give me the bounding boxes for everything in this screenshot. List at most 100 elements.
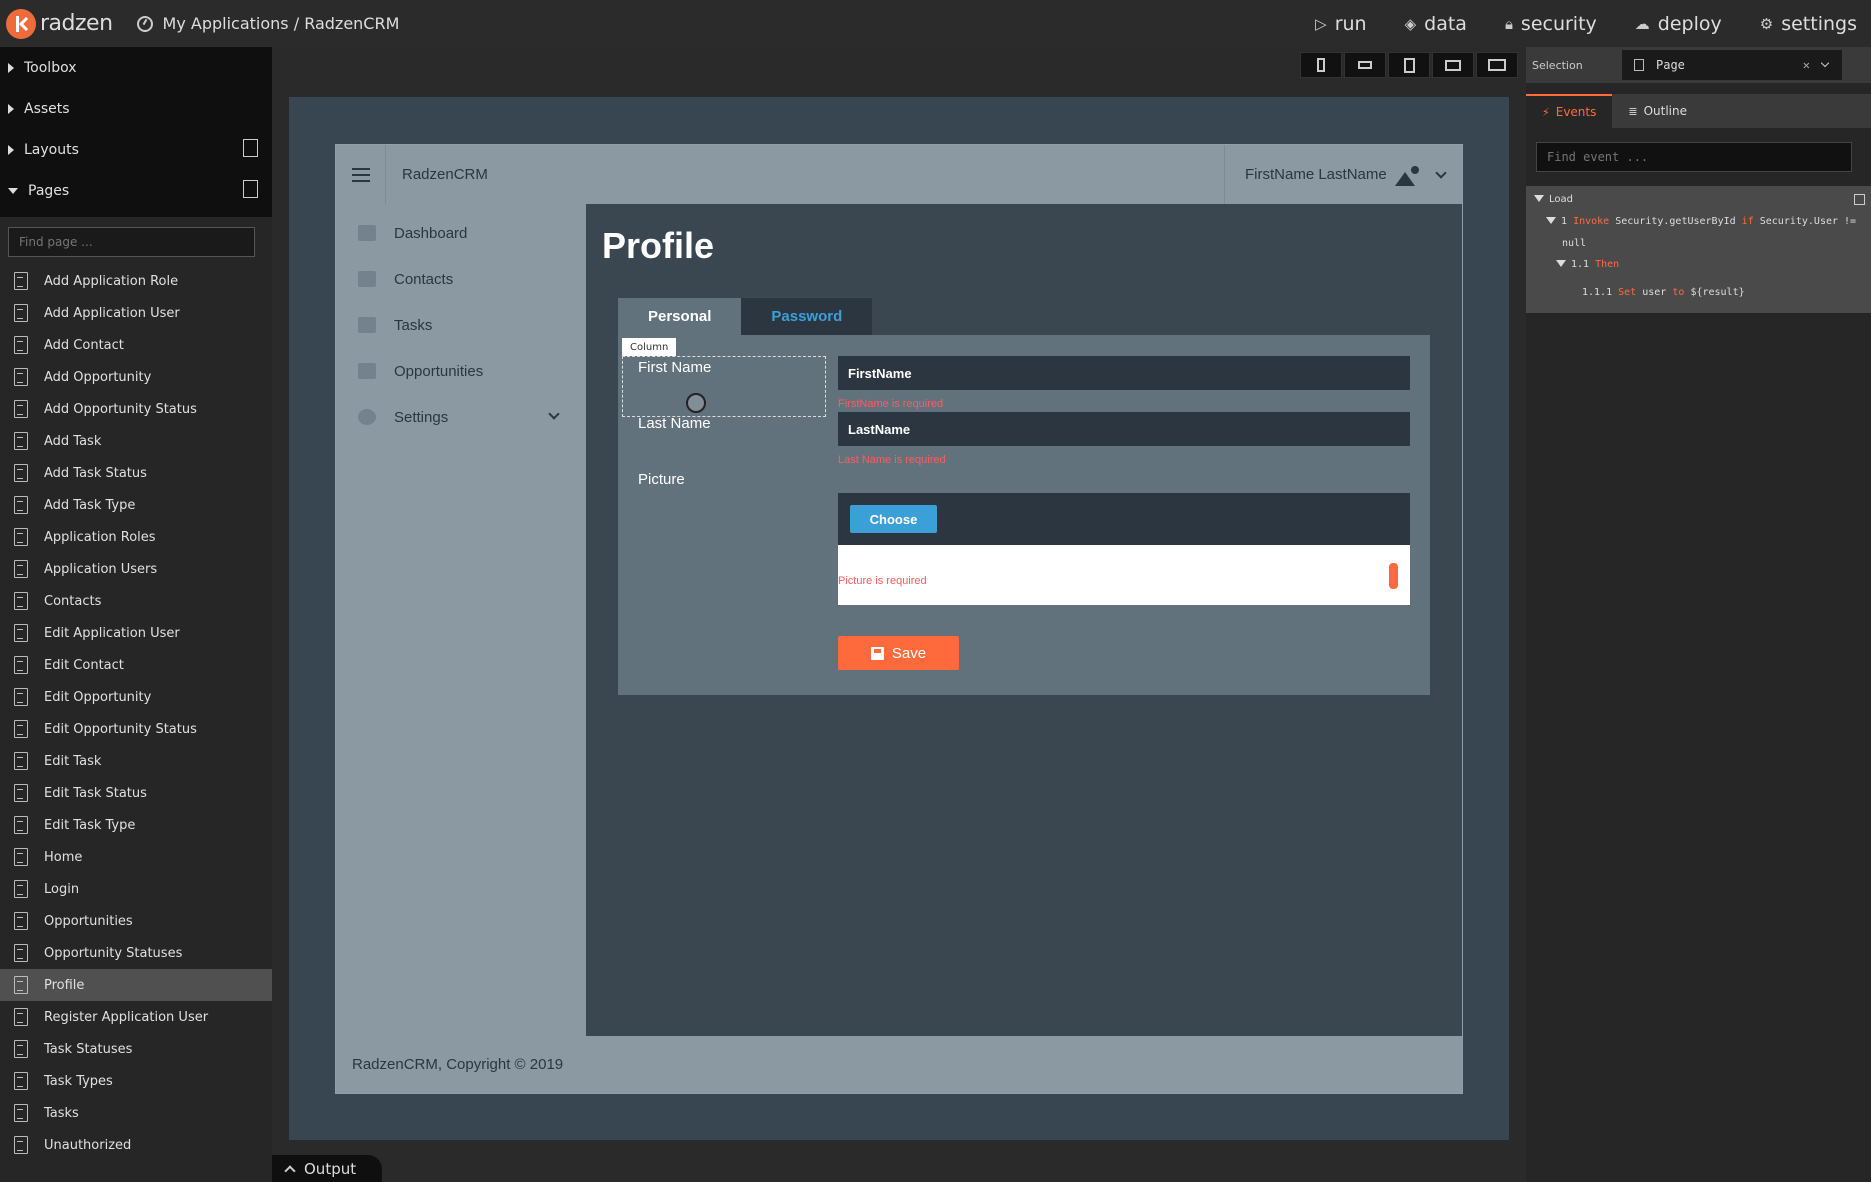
page-list-item[interactable]: Unauthorized (0, 1129, 272, 1161)
breadcrumb-text: My Applications / RadzenCRM (162, 14, 400, 33)
add-layout-icon[interactable] (243, 139, 258, 157)
page-list-item[interactable]: Edit Task (0, 745, 272, 777)
page-list-item[interactable]: Login (0, 873, 272, 905)
page-list-item[interactable]: Edit Task Type (0, 809, 272, 841)
page-file-icon (14, 272, 28, 290)
page-list-item[interactable]: Opportunities (0, 905, 272, 937)
data-label: data (1424, 12, 1467, 35)
sidebar-item-settings[interactable]: Settings (336, 394, 586, 440)
page-list-item-label: Task Types (44, 1073, 113, 1089)
page-list-item[interactable]: Opportunity Statuses (0, 937, 272, 969)
device-phone-landscape-button[interactable] (1344, 52, 1386, 78)
page-file-icon (14, 1072, 28, 1090)
page-list-item[interactable]: Add Task (0, 425, 272, 457)
event-step-1[interactable]: 1 Invoke Security.getUserById if Securit… (1546, 216, 1856, 227)
page-list-item[interactable]: Add Opportunity (0, 361, 272, 393)
page-list-item[interactable]: Edit Contact (0, 649, 272, 681)
page-list-item[interactable]: Profile (0, 969, 272, 1001)
sidebar-item-dashboard[interactable]: Dashboard (336, 210, 586, 256)
page-list-item[interactable]: Edit Application User (0, 617, 272, 649)
event-step-1-1[interactable]: 1.1 Then (1556, 259, 1619, 270)
dashboard-gauge-icon (136, 15, 153, 32)
run-button[interactable]: ▷ run (1315, 13, 1366, 35)
save-button[interactable]: Save (838, 636, 959, 670)
page-list-item-label: Edit Task Type (44, 817, 136, 833)
selection-dropdown[interactable]: Page ✕ (1622, 50, 1842, 80)
device-tablet-portrait-button[interactable] (1388, 52, 1430, 78)
page-list-item[interactable]: Application Users (0, 553, 272, 585)
breadcrumb[interactable]: My Applications / RadzenCRM (136, 14, 400, 33)
tab-outline[interactable]: ≣ Outline (1612, 94, 1703, 128)
page-list-item[interactable]: Add Contact (0, 329, 272, 361)
first-name-error: FirstName is required (838, 398, 944, 410)
first-name-field[interactable]: FirstName (838, 356, 1410, 390)
play-icon: ▷ (1315, 14, 1327, 33)
hamburger-menu-icon[interactable] (336, 145, 386, 204)
find-event (1526, 128, 1871, 182)
page-list-item[interactable]: Add Task Status (0, 457, 272, 489)
settings-button[interactable]: ⚙ settings (1760, 13, 1857, 35)
deploy-button[interactable]: ☁ deploy (1635, 13, 1722, 35)
output-tab[interactable]: Output (272, 1155, 382, 1182)
contacts-icon (358, 271, 376, 287)
edit-event-icon[interactable] (1854, 194, 1865, 205)
device-laptop-button[interactable] (1432, 52, 1474, 78)
section-pages[interactable]: Pages (0, 170, 272, 211)
page-list-item[interactable]: Add Task Type (0, 489, 272, 521)
page-list-item[interactable]: Add Application Role (0, 265, 272, 297)
sidebar-item-opportunities[interactable]: Opportunities (336, 348, 586, 394)
tab-personal[interactable]: Personal (618, 298, 742, 335)
page-list-item[interactable]: Contacts (0, 585, 272, 617)
section-toolbox[interactable]: Toolbox (0, 47, 272, 88)
sidebar-item-tasks[interactable]: Tasks (336, 302, 586, 348)
page-list-item-label: Profile (44, 977, 85, 993)
page-file-icon (14, 368, 28, 386)
profile-menu[interactable]: FirstName LastName (1224, 145, 1462, 204)
device-desktop-button[interactable] (1476, 52, 1518, 78)
app-header: RadzenCRM FirstName LastName (336, 145, 1462, 204)
add-page-icon[interactable] (243, 180, 258, 198)
event-load[interactable]: Load (1534, 194, 1573, 205)
data-button[interactable]: ◈ data (1405, 13, 1467, 35)
expanded-triangle-icon (1546, 217, 1556, 224)
security-button[interactable]: 🔒︎ security (1505, 13, 1597, 35)
page-list-item[interactable]: Register Application User (0, 1001, 272, 1033)
sidebar-item-contacts[interactable]: Contacts (336, 256, 586, 302)
clear-icon[interactable]: ✕ (1803, 58, 1810, 72)
page-list-item-label: Add Application Role (44, 273, 179, 289)
page-list-item-label: Add Opportunity Status (44, 401, 197, 417)
page-list-item[interactable]: Edit Opportunity (0, 681, 272, 713)
picture-upload-header: Choose (838, 493, 1410, 545)
step-variable: user (1642, 287, 1667, 298)
avatar-icon (1393, 164, 1419, 186)
section-assets[interactable]: Assets (0, 88, 272, 129)
briefcase-icon (358, 317, 376, 333)
profile-tabs: Personal Password (618, 298, 873, 335)
page-file-icon (14, 1136, 28, 1154)
page-list-item[interactable]: Edit Task Status (0, 777, 272, 809)
page-list-item-label: Add Application User (44, 305, 180, 321)
page-list-item[interactable]: Add Application User (0, 297, 272, 329)
page-file-icon (14, 848, 28, 866)
page-list-item[interactable]: Task Statuses (0, 1033, 272, 1065)
radzen-logo[interactable]: radzen (6, 8, 113, 39)
page-list-item[interactable]: Application Roles (0, 521, 272, 553)
last-name-field[interactable]: LastName (838, 412, 1410, 446)
find-event-input[interactable] (1536, 142, 1852, 172)
tab-events[interactable]: ⚡︎ Events (1526, 94, 1613, 128)
page-file-icon (14, 432, 28, 450)
event-step-1-1-1[interactable]: 1.1.1 Set user to ${result} (1582, 287, 1745, 298)
page-list-item[interactable]: Home (0, 841, 272, 873)
choose-button[interactable]: Choose (850, 505, 937, 533)
page-list-item[interactable]: Task Types (0, 1065, 272, 1097)
device-phone-portrait-button[interactable] (1300, 52, 1342, 78)
last-name-label: Last Name (638, 415, 711, 432)
page-file-icon (14, 656, 28, 674)
page-list-item[interactable]: Add Opportunity Status (0, 393, 272, 425)
tab-password[interactable]: Password (741, 298, 873, 335)
find-page-input[interactable] (8, 227, 255, 257)
page-list-item[interactable]: Tasks (0, 1097, 272, 1129)
page-list-item-label: Edit Application User (44, 625, 180, 641)
section-layouts[interactable]: Layouts (0, 129, 272, 170)
page-list-item[interactable]: Edit Opportunity Status (0, 713, 272, 745)
